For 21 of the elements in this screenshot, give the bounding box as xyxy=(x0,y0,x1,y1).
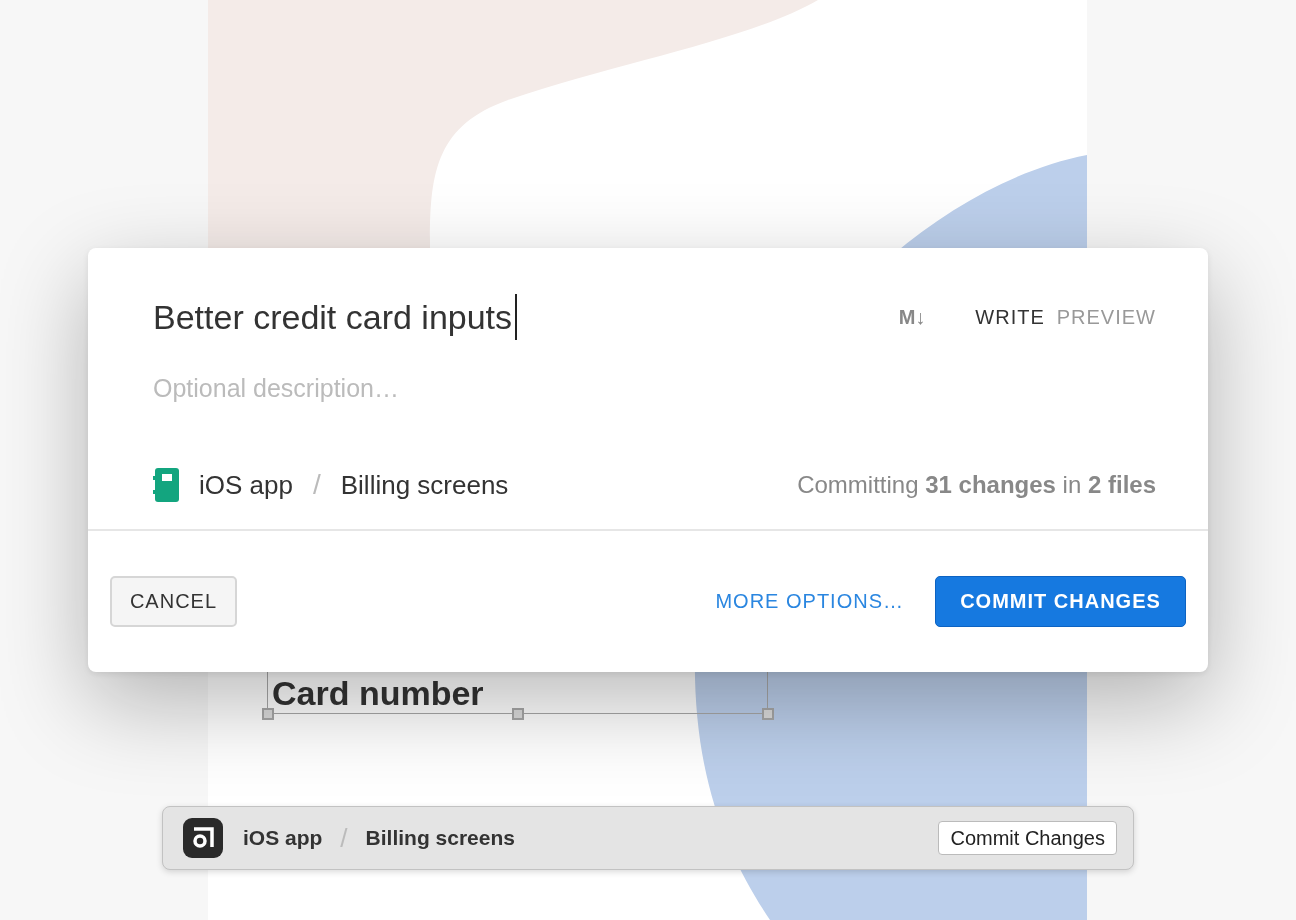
text-cursor xyxy=(515,294,517,340)
editor-tab[interactable]: WRITE xyxy=(975,305,1045,329)
selection-handle[interactable] xyxy=(512,708,524,720)
markdown-icon: M↓ xyxy=(898,305,926,329)
more-options-link[interactable]: MORE OPTIONS… xyxy=(715,590,904,613)
app-icon[interactable] xyxy=(183,818,223,858)
title-field[interactable]: Better credit card inputs xyxy=(153,297,515,337)
page-name[interactable]: Billing screens xyxy=(365,826,515,850)
commit-summary: Committing 31 changes in 2 files xyxy=(797,471,1156,499)
breadcrumb-separator: / xyxy=(312,469,321,501)
selection-handle[interactable] xyxy=(762,708,774,720)
page-name[interactable]: Billing screens xyxy=(340,469,509,501)
notebook-icon xyxy=(153,468,179,502)
commit-button[interactable]: COMMIT CHANGES xyxy=(935,576,1186,627)
project-name[interactable]: iOS app xyxy=(199,469,293,501)
commit-button[interactable]: Commit Changes xyxy=(938,821,1117,855)
layer-text: Card number xyxy=(272,674,484,712)
project-name[interactable]: iOS app xyxy=(243,826,323,850)
breadcrumb-separator: / xyxy=(340,822,348,854)
cancel-button[interactable]: CANCEL xyxy=(110,576,237,627)
selection-handle[interactable] xyxy=(262,708,274,720)
